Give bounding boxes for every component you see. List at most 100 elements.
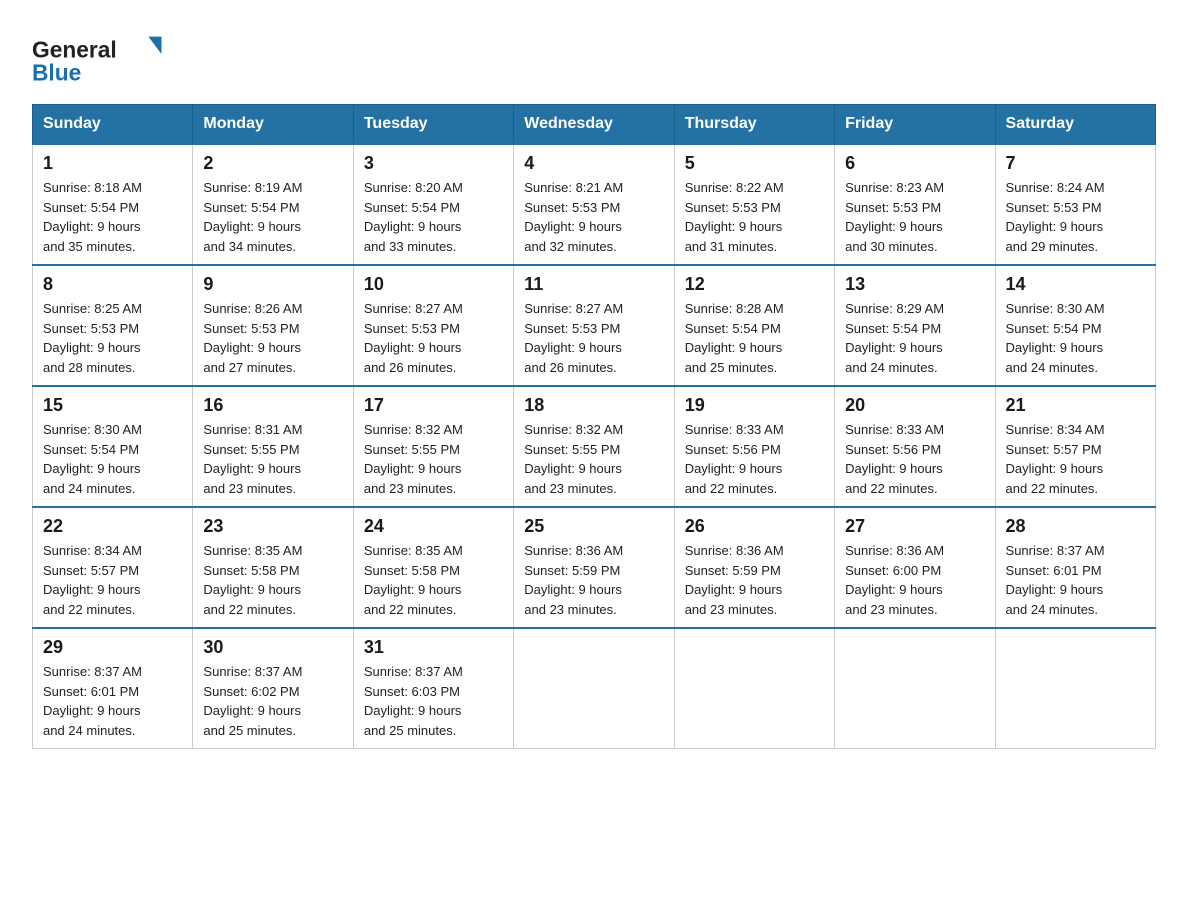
day-info: Sunrise: 8:35 AMSunset: 5:58 PMDaylight:… (364, 541, 503, 619)
day-info: Sunrise: 8:35 AMSunset: 5:58 PMDaylight:… (203, 541, 342, 619)
calendar-cell: 4 Sunrise: 8:21 AMSunset: 5:53 PMDayligh… (514, 144, 674, 265)
calendar-cell (514, 628, 674, 749)
day-info: Sunrise: 8:31 AMSunset: 5:55 PMDaylight:… (203, 420, 342, 498)
logo-svg: General Blue (32, 28, 172, 88)
calendar-cell: 26 Sunrise: 8:36 AMSunset: 5:59 PMDaylig… (674, 507, 834, 628)
calendar-cell: 14 Sunrise: 8:30 AMSunset: 5:54 PMDaylig… (995, 265, 1155, 386)
page-header: General Blue (32, 24, 1156, 88)
calendar-cell: 22 Sunrise: 8:34 AMSunset: 5:57 PMDaylig… (33, 507, 193, 628)
day-number: 19 (685, 395, 824, 416)
day-number: 7 (1006, 153, 1145, 174)
day-info: Sunrise: 8:37 AMSunset: 6:03 PMDaylight:… (364, 662, 503, 740)
calendar-cell: 15 Sunrise: 8:30 AMSunset: 5:54 PMDaylig… (33, 386, 193, 507)
day-number: 23 (203, 516, 342, 537)
calendar-header-wednesday: Wednesday (514, 105, 674, 145)
calendar-cell: 1 Sunrise: 8:18 AMSunset: 5:54 PMDayligh… (33, 144, 193, 265)
day-number: 18 (524, 395, 663, 416)
calendar-header-monday: Monday (193, 105, 353, 145)
calendar-header-saturday: Saturday (995, 105, 1155, 145)
calendar-header-tuesday: Tuesday (353, 105, 513, 145)
calendar-cell: 16 Sunrise: 8:31 AMSunset: 5:55 PMDaylig… (193, 386, 353, 507)
day-info: Sunrise: 8:30 AMSunset: 5:54 PMDaylight:… (1006, 299, 1145, 377)
day-number: 20 (845, 395, 984, 416)
calendar-cell: 24 Sunrise: 8:35 AMSunset: 5:58 PMDaylig… (353, 507, 513, 628)
day-info: Sunrise: 8:18 AMSunset: 5:54 PMDaylight:… (43, 178, 182, 256)
day-number: 15 (43, 395, 182, 416)
day-info: Sunrise: 8:33 AMSunset: 5:56 PMDaylight:… (845, 420, 984, 498)
calendar-cell: 13 Sunrise: 8:29 AMSunset: 5:54 PMDaylig… (835, 265, 995, 386)
calendar-week-3: 15 Sunrise: 8:30 AMSunset: 5:54 PMDaylig… (33, 386, 1156, 507)
day-info: Sunrise: 8:37 AMSunset: 6:01 PMDaylight:… (1006, 541, 1145, 619)
day-number: 14 (1006, 274, 1145, 295)
calendar-cell: 21 Sunrise: 8:34 AMSunset: 5:57 PMDaylig… (995, 386, 1155, 507)
day-number: 8 (43, 274, 182, 295)
day-number: 3 (364, 153, 503, 174)
calendar-cell: 10 Sunrise: 8:27 AMSunset: 5:53 PMDaylig… (353, 265, 513, 386)
day-info: Sunrise: 8:27 AMSunset: 5:53 PMDaylight:… (524, 299, 663, 377)
calendar-cell: 23 Sunrise: 8:35 AMSunset: 5:58 PMDaylig… (193, 507, 353, 628)
calendar-cell: 2 Sunrise: 8:19 AMSunset: 5:54 PMDayligh… (193, 144, 353, 265)
day-number: 5 (685, 153, 824, 174)
day-info: Sunrise: 8:32 AMSunset: 5:55 PMDaylight:… (364, 420, 503, 498)
day-info: Sunrise: 8:34 AMSunset: 5:57 PMDaylight:… (1006, 420, 1145, 498)
day-info: Sunrise: 8:25 AMSunset: 5:53 PMDaylight:… (43, 299, 182, 377)
calendar-cell: 20 Sunrise: 8:33 AMSunset: 5:56 PMDaylig… (835, 386, 995, 507)
calendar-cell: 25 Sunrise: 8:36 AMSunset: 5:59 PMDaylig… (514, 507, 674, 628)
calendar-cell (995, 628, 1155, 749)
day-number: 17 (364, 395, 503, 416)
calendar-cell: 9 Sunrise: 8:26 AMSunset: 5:53 PMDayligh… (193, 265, 353, 386)
calendar-cell: 18 Sunrise: 8:32 AMSunset: 5:55 PMDaylig… (514, 386, 674, 507)
calendar-cell: 19 Sunrise: 8:33 AMSunset: 5:56 PMDaylig… (674, 386, 834, 507)
calendar-cell: 8 Sunrise: 8:25 AMSunset: 5:53 PMDayligh… (33, 265, 193, 386)
day-number: 30 (203, 637, 342, 658)
day-info: Sunrise: 8:20 AMSunset: 5:54 PMDaylight:… (364, 178, 503, 256)
day-number: 9 (203, 274, 342, 295)
day-number: 6 (845, 153, 984, 174)
calendar-cell: 11 Sunrise: 8:27 AMSunset: 5:53 PMDaylig… (514, 265, 674, 386)
day-number: 21 (1006, 395, 1145, 416)
calendar-week-4: 22 Sunrise: 8:34 AMSunset: 5:57 PMDaylig… (33, 507, 1156, 628)
day-number: 12 (685, 274, 824, 295)
day-number: 27 (845, 516, 984, 537)
day-number: 16 (203, 395, 342, 416)
calendar-cell: 27 Sunrise: 8:36 AMSunset: 6:00 PMDaylig… (835, 507, 995, 628)
day-number: 11 (524, 274, 663, 295)
day-info: Sunrise: 8:32 AMSunset: 5:55 PMDaylight:… (524, 420, 663, 498)
day-number: 22 (43, 516, 182, 537)
calendar-cell: 17 Sunrise: 8:32 AMSunset: 5:55 PMDaylig… (353, 386, 513, 507)
day-number: 4 (524, 153, 663, 174)
calendar-cell (835, 628, 995, 749)
day-info: Sunrise: 8:23 AMSunset: 5:53 PMDaylight:… (845, 178, 984, 256)
calendar-header-sunday: Sunday (33, 105, 193, 145)
calendar-cell: 5 Sunrise: 8:22 AMSunset: 5:53 PMDayligh… (674, 144, 834, 265)
calendar-cell: 3 Sunrise: 8:20 AMSunset: 5:54 PMDayligh… (353, 144, 513, 265)
calendar-cell: 30 Sunrise: 8:37 AMSunset: 6:02 PMDaylig… (193, 628, 353, 749)
day-info: Sunrise: 8:27 AMSunset: 5:53 PMDaylight:… (364, 299, 503, 377)
calendar-cell (674, 628, 834, 749)
day-info: Sunrise: 8:29 AMSunset: 5:54 PMDaylight:… (845, 299, 984, 377)
day-number: 24 (364, 516, 503, 537)
calendar-header-row: SundayMondayTuesdayWednesdayThursdayFrid… (33, 105, 1156, 145)
calendar-cell: 6 Sunrise: 8:23 AMSunset: 5:53 PMDayligh… (835, 144, 995, 265)
day-number: 10 (364, 274, 503, 295)
day-info: Sunrise: 8:36 AMSunset: 5:59 PMDaylight:… (685, 541, 824, 619)
calendar-cell: 29 Sunrise: 8:37 AMSunset: 6:01 PMDaylig… (33, 628, 193, 749)
day-info: Sunrise: 8:24 AMSunset: 5:53 PMDaylight:… (1006, 178, 1145, 256)
day-info: Sunrise: 8:21 AMSunset: 5:53 PMDaylight:… (524, 178, 663, 256)
day-number: 28 (1006, 516, 1145, 537)
calendar-table: SundayMondayTuesdayWednesdayThursdayFrid… (32, 104, 1156, 749)
logo-area: General Blue (32, 24, 172, 88)
day-number: 26 (685, 516, 824, 537)
calendar-header-thursday: Thursday (674, 105, 834, 145)
calendar-cell: 7 Sunrise: 8:24 AMSunset: 5:53 PMDayligh… (995, 144, 1155, 265)
calendar-cell: 28 Sunrise: 8:37 AMSunset: 6:01 PMDaylig… (995, 507, 1155, 628)
day-info: Sunrise: 8:19 AMSunset: 5:54 PMDaylight:… (203, 178, 342, 256)
day-info: Sunrise: 8:37 AMSunset: 6:02 PMDaylight:… (203, 662, 342, 740)
day-number: 31 (364, 637, 503, 658)
day-info: Sunrise: 8:28 AMSunset: 5:54 PMDaylight:… (685, 299, 824, 377)
calendar-week-5: 29 Sunrise: 8:37 AMSunset: 6:01 PMDaylig… (33, 628, 1156, 749)
day-info: Sunrise: 8:26 AMSunset: 5:53 PMDaylight:… (203, 299, 342, 377)
day-info: Sunrise: 8:33 AMSunset: 5:56 PMDaylight:… (685, 420, 824, 498)
day-info: Sunrise: 8:37 AMSunset: 6:01 PMDaylight:… (43, 662, 182, 740)
day-info: Sunrise: 8:30 AMSunset: 5:54 PMDaylight:… (43, 420, 182, 498)
